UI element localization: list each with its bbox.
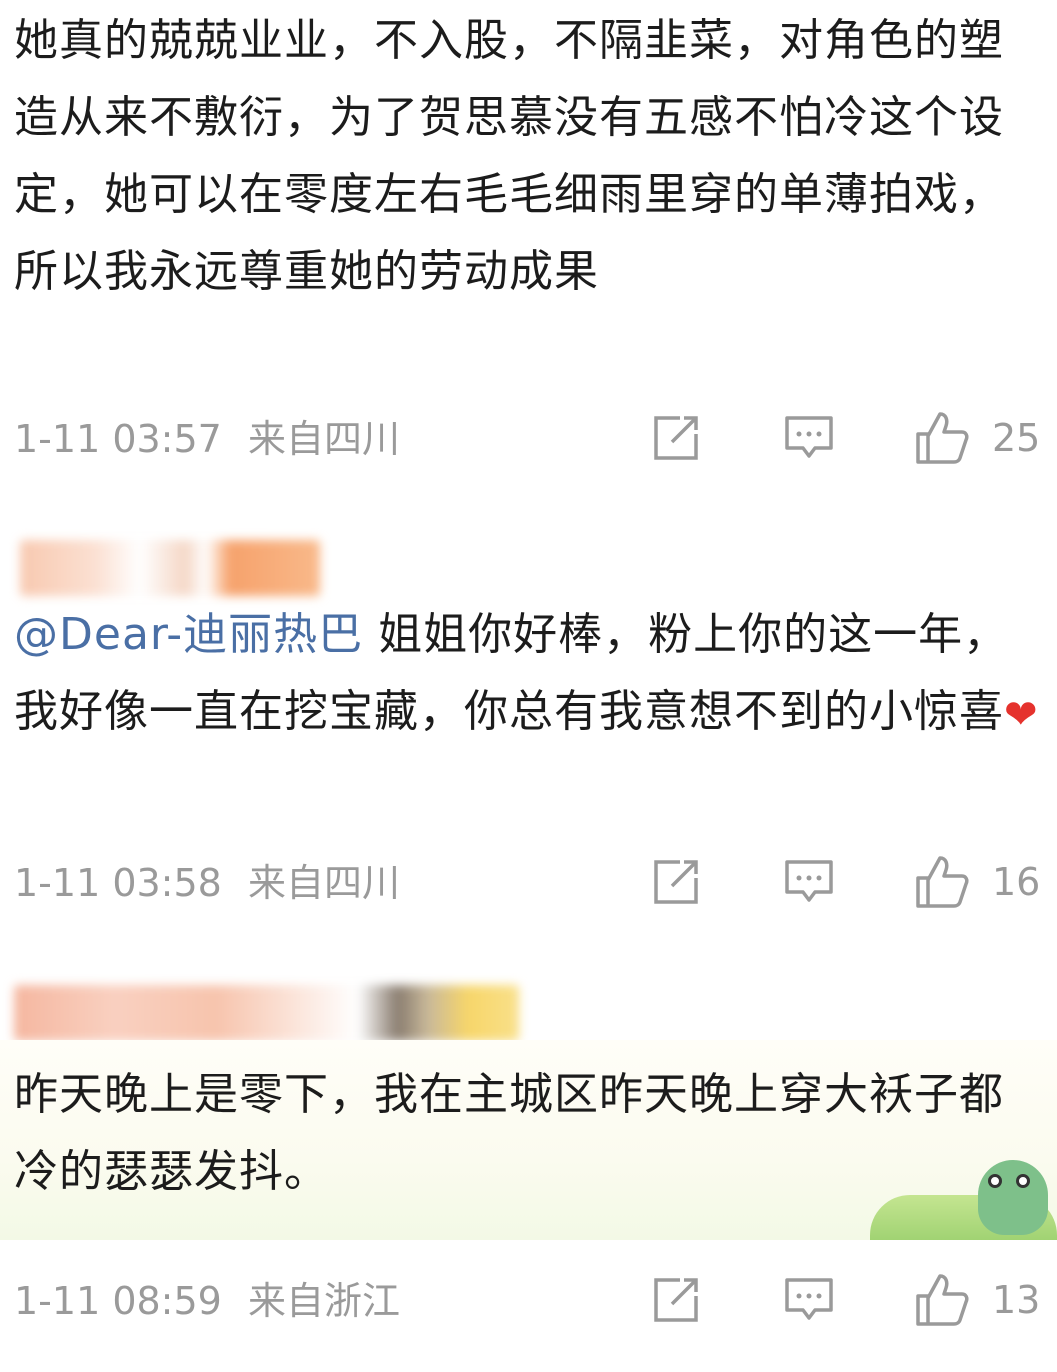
thumbs-up-icon[interactable] [914, 1272, 969, 1326]
comment-meta: 1-11 08:59 来自浙江 [14, 1276, 400, 1326]
comment-time: 1-11 03:58 [14, 861, 222, 905]
comment-text: @Dear-迪丽热巴 姐姐你好棒，粉上你的这一年，我好像一直在挖宝藏，你总有我意… [14, 596, 1044, 754]
share-icon[interactable] [650, 412, 702, 464]
comment-icon[interactable] [783, 1274, 835, 1326]
comment-location: 来自四川 [247, 861, 400, 905]
share-icon[interactable] [650, 856, 702, 908]
share-icon[interactable] [650, 1274, 702, 1326]
blurred-username [14, 985, 519, 1041]
comment-location: 来自浙江 [247, 1279, 400, 1323]
like-count: 25 [992, 416, 1041, 460]
thumbs-up-icon[interactable] [914, 854, 969, 908]
comment-location: 来自四川 [247, 417, 400, 461]
comment-text: 昨天晚上是零下，我在主城区昨天晚上穿大袄子都冷的瑟瑟发抖。 [14, 1069, 1004, 1197]
heart-emoji: ❤ [1004, 692, 1039, 738]
comment-icon[interactable] [783, 856, 835, 908]
thumbs-up-icon[interactable] [914, 410, 969, 464]
like-count: 16 [992, 860, 1041, 904]
dino-eye [1016, 1174, 1030, 1188]
like-count: 13 [992, 1278, 1041, 1322]
comment-icon[interactable] [783, 412, 835, 464]
comment-meta: 1-11 03:57 来自四川 [14, 414, 400, 464]
comment-time: 1-11 08:59 [14, 1279, 222, 1323]
comment-text: 她真的兢兢业业，不入股，不隔韭菜，对角色的塑造从来不敷衍，为了贺思慕没有五感不怕… [14, 15, 1004, 297]
blurred-username [20, 540, 320, 596]
comment-time: 1-11 03:57 [14, 417, 222, 461]
comment-meta: 1-11 03:58 来自四川 [14, 858, 400, 908]
mention-link[interactable]: @Dear-迪丽热巴 [14, 609, 363, 660]
